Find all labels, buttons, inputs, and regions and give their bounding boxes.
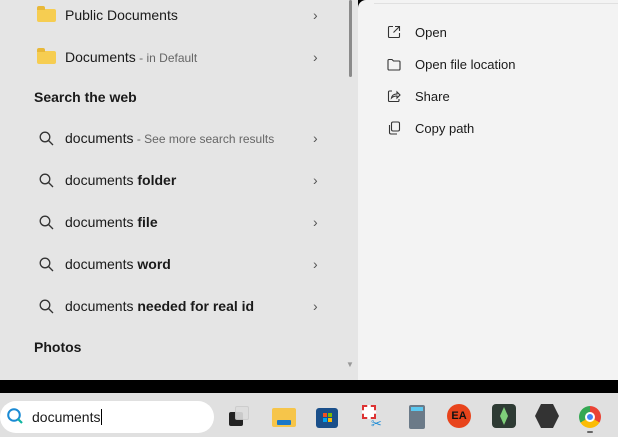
query: documents	[65, 214, 137, 230]
search-icon	[36, 173, 56, 188]
chevron-right-icon[interactable]: ›	[313, 130, 318, 146]
share-icon	[386, 88, 402, 104]
query-suggestion: word	[137, 256, 170, 272]
chrome-icon[interactable]	[578, 403, 604, 429]
folder-icon	[36, 51, 56, 64]
query: documents	[65, 298, 137, 314]
web-result[interactable]: documents word ›	[0, 246, 340, 282]
action-open-file-location[interactable]: Open file location	[386, 56, 515, 72]
scrollbar-thumb[interactable]	[349, 0, 352, 77]
chevron-right-icon[interactable]: ›	[313, 7, 318, 23]
query: documents	[65, 172, 137, 188]
app-icon-dark[interactable]	[534, 403, 560, 429]
search-icon	[6, 407, 26, 428]
search-icon	[36, 257, 56, 272]
query: documents	[65, 256, 137, 272]
task-view-icon[interactable]	[226, 403, 252, 429]
microsoft-store-icon[interactable]	[314, 403, 340, 429]
scroll-down-arrow-icon[interactable]: ▼	[346, 360, 354, 369]
app-icon-green[interactable]	[491, 403, 517, 429]
query: documents	[65, 130, 133, 146]
file-explorer-icon[interactable]	[271, 403, 297, 429]
chevron-right-icon[interactable]: ›	[313, 256, 318, 272]
web-result[interactable]: documents needed for real id ›	[0, 288, 340, 324]
chevron-right-icon[interactable]: ›	[313, 49, 318, 65]
chevron-right-icon[interactable]: ›	[313, 172, 318, 188]
folder-outline-icon	[386, 56, 402, 72]
chevron-right-icon[interactable]: ›	[313, 298, 318, 314]
chevron-right-icon[interactable]: ›	[313, 214, 318, 230]
query-hint: - See more search results	[133, 132, 274, 146]
copy-icon	[386, 120, 402, 136]
search-icon	[36, 131, 56, 146]
action-open[interactable]: Open	[386, 24, 447, 40]
result-documents[interactable]: Documents - in Default ›	[0, 39, 340, 75]
snipping-tool-icon[interactable]: ✂	[360, 403, 386, 429]
web-result[interactable]: documents file ›	[0, 204, 340, 240]
action-label: Open file location	[415, 57, 515, 72]
query-suggestion: folder	[137, 172, 176, 188]
section-header-web: Search the web	[34, 89, 137, 105]
search-icon	[36, 299, 56, 314]
search-results-panel: Public Documents › Documents - in Defaul…	[0, 0, 358, 380]
action-label: Share	[415, 89, 450, 104]
search-input[interactable]: documents	[32, 409, 102, 425]
calculator-icon[interactable]	[404, 403, 430, 429]
result-public-documents[interactable]: Public Documents ›	[0, 0, 340, 33]
action-copy-path[interactable]: Copy path	[386, 120, 474, 136]
web-result[interactable]: documents folder ›	[0, 162, 340, 198]
query-suggestion: file	[137, 214, 157, 230]
search-icon	[36, 215, 56, 230]
section-header-photos: Photos	[34, 339, 81, 355]
result-label: Documents	[65, 49, 136, 65]
taskbar-search-box[interactable]: documents	[0, 401, 214, 433]
action-label: Open	[415, 25, 447, 40]
result-location: - in Default	[136, 51, 197, 65]
query-suggestion: needed for real id	[137, 298, 254, 314]
open-external-icon	[386, 24, 402, 40]
divider	[374, 3, 618, 4]
action-share[interactable]: Share	[386, 88, 450, 104]
web-result[interactable]: documents - See more search results ›	[0, 120, 340, 156]
folder-icon	[36, 9, 56, 22]
result-label: Public Documents	[65, 7, 178, 23]
ea-app-icon[interactable]: EA	[446, 403, 472, 429]
action-label: Copy path	[415, 121, 474, 136]
